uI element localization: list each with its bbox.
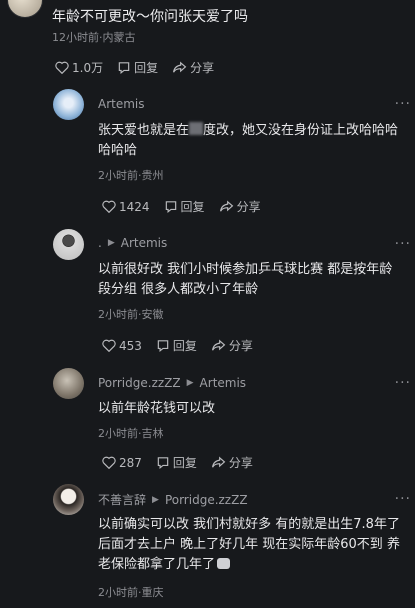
reply-arrow-icon: ▶ (152, 494, 159, 505)
reply-meta: 2小时前·重庆 (98, 586, 164, 599)
comment-text: 年龄不可更改～你问张天爱了吗 (52, 9, 248, 25)
reply-to-name[interactable]: Artemis (200, 376, 247, 390)
avatar[interactable] (53, 89, 84, 120)
reply-icon (157, 457, 169, 469)
emoji-icon (217, 558, 231, 569)
avatar[interactable] (53, 368, 84, 399)
reply-meta: 2小时前·吉林 (98, 427, 164, 440)
comment-meta: 12小时前·内蒙古 (52, 31, 136, 44)
reply-icon (118, 62, 130, 74)
more-options-button[interactable]: ··· (395, 491, 411, 507)
like-button[interactable]: 287 (102, 456, 142, 470)
reply-button[interactable]: 回复 (117, 59, 158, 76)
reply-text-part: 张天爱也就是在 (98, 123, 190, 138)
like-button[interactable]: 1.0万 (55, 59, 103, 76)
avatar[interactable] (53, 229, 84, 260)
avatar[interactable] (7, 0, 43, 18)
reply-label: 回复 (172, 339, 197, 353)
author-row: Artemis (98, 97, 145, 111)
author-name[interactable]: Artemis (98, 97, 145, 111)
author-row: 不善言辞 ▶ Porridge.zzZZ (98, 491, 248, 508)
reply-meta: 2小时前·贵州 (98, 169, 164, 182)
reply-text: 以前很好改 我们小时候参加乒乓球比赛 都是按年龄段分组 很多人都改小了年龄 (98, 262, 393, 297)
author-name[interactable]: 不善言辞 (98, 491, 146, 508)
share-button[interactable]: 分享 (172, 59, 214, 76)
author-row: Porridge.zzZZ ▶ Artemis (98, 376, 246, 390)
reply-arrow-icon: ▶ (186, 378, 194, 388)
reply-text: 以前确实可以改 我们村就好多 有的就是出生7.8年了后面才去上户 晚上了好几年 … (98, 515, 400, 575)
share-label: 分享 (228, 339, 253, 353)
heart-icon (102, 339, 116, 352)
reply-label: 回复 (134, 61, 159, 75)
reply-text-part: 以前确实可以改 我们村就好多 有的就是出生7.8年了后面才去上户 晚上了好几年 … (98, 517, 400, 572)
heart-icon (102, 456, 116, 469)
like-count: 1424 (119, 199, 150, 214)
share-icon (211, 339, 226, 351)
heart-icon (55, 61, 69, 74)
reply-text: 以前年龄花钱可以改 (98, 401, 216, 416)
share-button[interactable]: 分享 (211, 454, 253, 471)
like-count: 287 (119, 455, 142, 470)
share-icon (219, 200, 233, 212)
share-label: 分享 (228, 456, 253, 470)
blurred-word (189, 122, 204, 135)
author-name[interactable]: Porridge.zzZZ (98, 376, 181, 390)
reply-to-name[interactable]: Artemis (121, 236, 168, 250)
avatar[interactable] (53, 484, 84, 515)
reply-icon (157, 340, 169, 352)
reply-to-name[interactable]: Porridge.zzZZ (165, 493, 248, 507)
author-name[interactable]: . (98, 236, 102, 250)
share-button[interactable]: 分享 (211, 337, 253, 354)
share-label: 分享 (190, 61, 215, 75)
reply-actions: 1424 回复 分享 (102, 198, 275, 215)
share-button[interactable]: 分享 (219, 198, 261, 215)
reply-actions: 287 回复 分享 (102, 454, 267, 471)
more-options-button[interactable]: ··· (395, 236, 411, 252)
comment-actions: 1.0万 回复 分享 (55, 59, 228, 76)
reply-icon (165, 201, 176, 213)
like-count: 453 (119, 338, 142, 353)
like-button[interactable]: 453 (102, 339, 142, 353)
like-button[interactable]: 1424 (102, 200, 150, 214)
share-label: 分享 (236, 200, 261, 214)
reply-actions: 453 回复 分享 (102, 337, 267, 354)
reply-text: 张天爱也就是在 度改，她又没在身份证上改哈哈哈哈哈哈 (98, 121, 400, 161)
reply-label: 回复 (180, 200, 205, 214)
reply-button[interactable]: 回复 (156, 337, 197, 354)
reply-label: 回复 (172, 456, 197, 470)
reply-button[interactable]: 回复 (164, 198, 205, 215)
author-row: . ▶ Artemis (98, 236, 167, 250)
more-options-button[interactable]: ··· (395, 375, 411, 391)
more-options-button[interactable]: ··· (395, 96, 411, 112)
share-icon (211, 456, 226, 468)
reply-button[interactable]: 回复 (156, 454, 197, 471)
share-icon (173, 61, 187, 73)
heart-icon (102, 200, 116, 213)
reply-arrow-icon: ▶ (107, 238, 115, 248)
reply-meta: 2小时前·安徽 (98, 308, 164, 321)
like-count: 1.0万 (72, 61, 104, 75)
